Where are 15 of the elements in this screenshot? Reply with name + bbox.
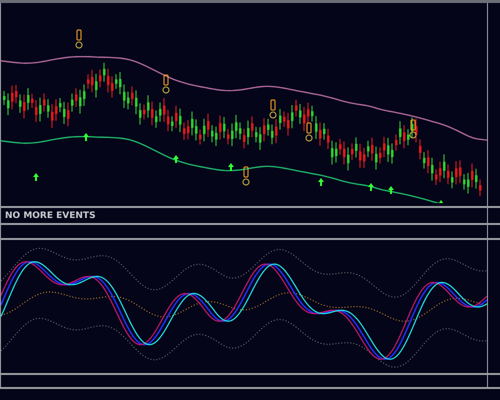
- up-arrow-icon: [173, 155, 179, 163]
- signal-marker-icon: [410, 120, 416, 138]
- up-arrow-icon: [83, 133, 89, 141]
- up-arrow-icon: [368, 183, 374, 191]
- signal-marker-icon: [242, 166, 250, 186]
- events-message: NO MORE EVENTS: [5, 210, 96, 220]
- up-arrow-icon: [318, 178, 324, 186]
- signal-marker-icon: [162, 74, 170, 94]
- up-arrow-icon: [228, 163, 234, 171]
- signal-marker-icon: [270, 100, 276, 118]
- signal-marker-icon: [306, 122, 312, 142]
- up-arrow-icon: [33, 173, 39, 181]
- up-arrow-icon: [438, 200, 444, 203]
- up-arrow-icon: [388, 186, 394, 194]
- signal-marker-icon: [76, 30, 82, 48]
